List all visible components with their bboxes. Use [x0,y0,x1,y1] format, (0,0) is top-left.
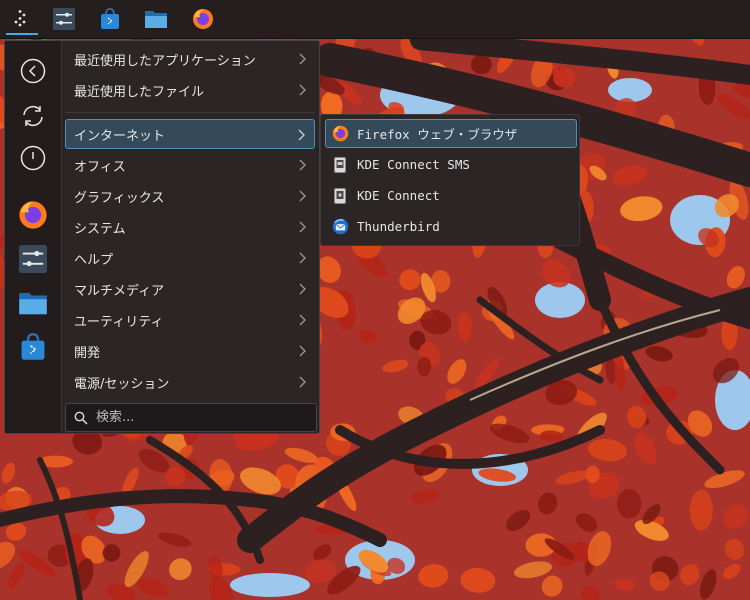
category-label: マルチメディア [74,283,165,299]
category-help[interactable]: ヘルプ [65,243,315,273]
category-internet[interactable]: インターネット [65,119,315,149]
app-kdeconnect[interactable]: KDE Connect [325,181,577,210]
category-label: オフィス [74,159,126,175]
chevron-right-icon [299,159,306,171]
search-input[interactable] [94,409,298,426]
kdeconnect-icon [334,187,346,204]
category-office[interactable]: オフィス [65,150,315,180]
category-label: 電源/セッション [74,376,170,392]
kdeconnect-sms-icon [334,156,346,173]
category-utilities[interactable]: ユーティリティ [65,305,315,335]
category-label: 開発 [74,345,101,361]
chevron-right-icon [299,221,306,233]
system-settings-icon [19,245,47,273]
discover-icon [101,8,119,29]
favorite-firefox[interactable] [17,199,49,231]
dolphin-icon [19,293,47,315]
app-thunderbird[interactable]: Thunderbird [325,212,577,241]
chevron-right-icon [298,129,305,141]
category-graphics[interactable]: グラフィックス [65,181,315,211]
recent-applications-item[interactable]: 最近使用したアプリケーション [65,44,315,74]
power-button[interactable] [17,142,49,174]
system-settings-icon [53,8,75,30]
category-label: ヘルプ [74,252,114,268]
category-label: システム [74,221,126,237]
launcher-icon [14,10,26,27]
app-kdeconnect-sms[interactable]: KDE Connect SMS [325,150,577,179]
panel-discover-button[interactable] [94,3,126,35]
panel-launcher-button[interactable] [6,3,38,35]
chevron-right-icon [299,376,306,388]
thunderbird-icon [332,218,348,235]
menu-separator [65,112,315,113]
favorite-discover[interactable] [17,331,49,363]
app-label: KDE Connect SMS [357,157,470,172]
favorite-dolphin[interactable] [17,287,49,319]
category-multimedia[interactable]: マルチメディア [65,274,315,304]
top-panel [0,0,750,39]
firefox-icon [332,125,348,142]
panel-system-settings-button[interactable] [48,3,80,35]
chevron-right-icon [299,314,306,326]
discover-icon [21,333,45,360]
refresh-icon [23,105,43,127]
category-development[interactable]: 開発 [65,336,315,366]
chevron-right-icon [299,53,306,65]
back-icon [20,58,46,84]
refresh-button[interactable] [17,100,49,132]
firefox-icon [193,9,213,29]
search-icon [74,411,88,425]
chevron-right-icon [299,283,306,295]
chevron-right-icon [299,345,306,357]
chevron-right-icon [299,190,306,202]
app-label: Thunderbird [357,219,440,234]
category-label: 最近使用したアプリケーション [74,53,256,69]
favorite-system-settings[interactable] [17,243,49,275]
category-system[interactable]: システム [65,212,315,242]
app-label: Firefox ウェブ・ブラウザ [357,127,518,142]
dolphin-icon [145,11,167,28]
category-label: ユーティリティ [74,314,164,330]
back-button[interactable] [17,55,49,87]
application-launcher: 最近使用したアプリケーション 最近使用したファイル インターネット オフィス グ… [4,40,320,434]
panel-dolphin-button[interactable] [140,3,172,35]
category-label: インターネット [74,128,166,144]
firefox-icon [19,201,47,229]
chevron-right-icon [299,252,306,264]
app-label: KDE Connect [357,188,440,203]
recent-files-item[interactable]: 最近使用したファイル [65,75,315,105]
category-label: グラフィックス [74,190,165,206]
power-icon [20,145,46,171]
internet-submenu: Firefox ウェブ・ブラウザ KDE Connect SMS KDE Con… [320,114,580,246]
panel-firefox-button[interactable] [187,3,219,35]
search-field[interactable] [65,403,317,432]
chevron-right-icon [299,84,306,96]
app-firefox[interactable]: Firefox ウェブ・ブラウザ [325,119,577,148]
category-label: 最近使用したファイル [74,84,205,100]
category-power-session[interactable]: 電源/セッション [65,367,315,397]
launcher-sidebar [5,41,62,433]
